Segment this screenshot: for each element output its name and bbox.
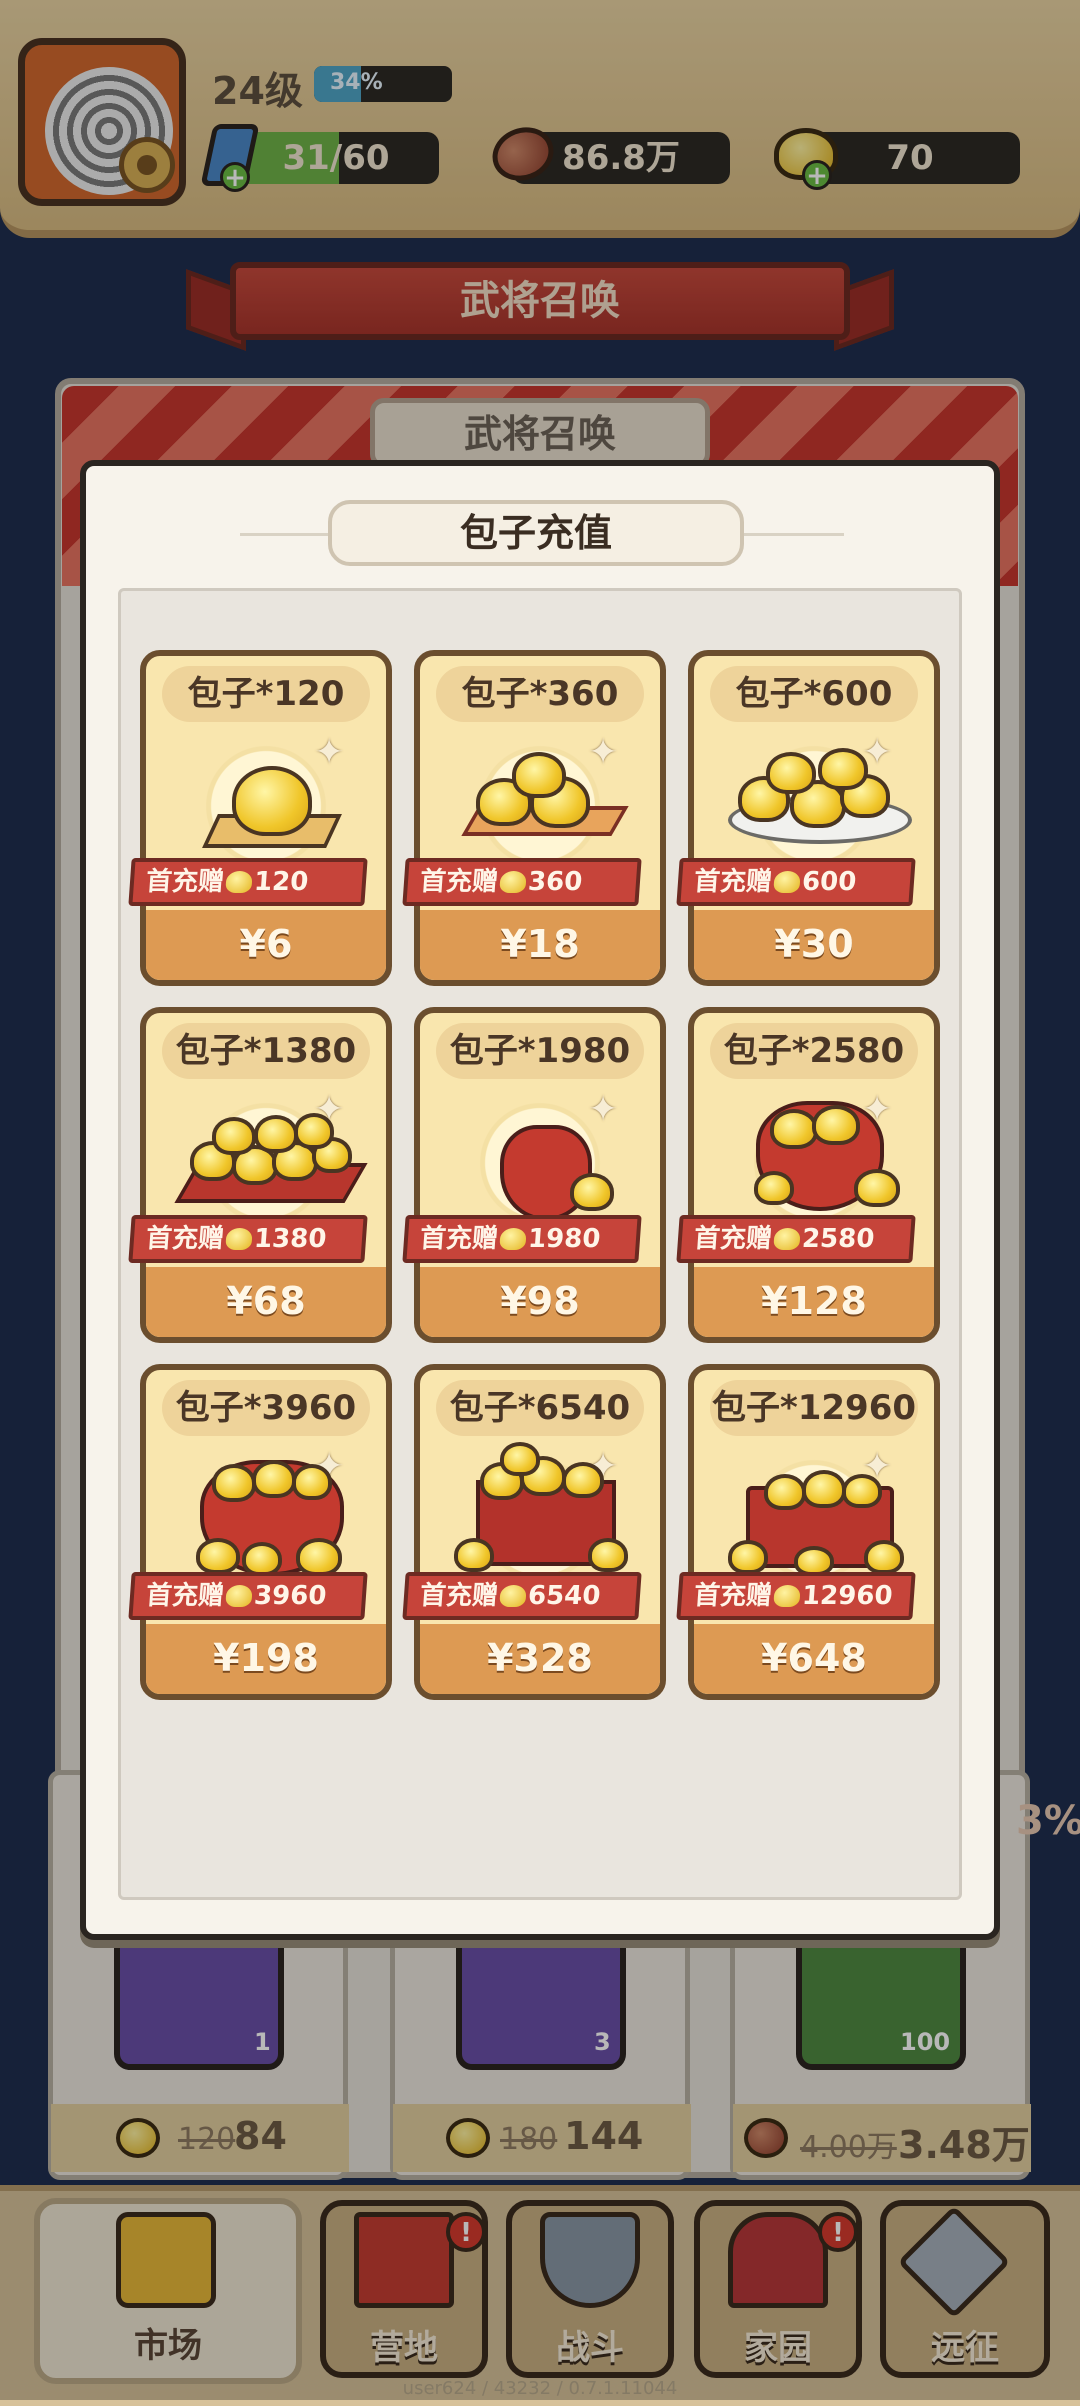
product-price: ¥30 bbox=[694, 910, 934, 980]
bun-icon bbox=[254, 1115, 298, 1153]
product-name: 包子*1380 bbox=[162, 1023, 370, 1079]
recharge-product-card[interactable]: 包子*1980 ✦ ¥98 bbox=[414, 1007, 666, 1343]
first-recharge-bonus-ribbon: 首充赠 360 bbox=[402, 858, 642, 906]
bun-icon bbox=[588, 1538, 628, 1572]
product-price: ¥198 bbox=[146, 1624, 386, 1694]
bun-icon bbox=[212, 1117, 256, 1155]
bun-icon bbox=[864, 1540, 904, 1574]
first-recharge-bonus-ribbon: 首充赠 1380 bbox=[128, 1215, 368, 1263]
bun-icon bbox=[770, 1109, 818, 1149]
bonus-label: 首充赠 bbox=[692, 867, 774, 897]
sparkle-icon: ✦ bbox=[588, 1089, 619, 1130]
recharge-product-card[interactable]: 包子*12960 ✦ ¥648 bbox=[688, 1364, 940, 1700]
product-name: 包子*600 bbox=[710, 666, 918, 722]
bun-icon bbox=[242, 1542, 282, 1576]
bonus-label: 首充赠 bbox=[418, 1581, 500, 1611]
bun-icon bbox=[773, 871, 801, 893]
bun-icon bbox=[500, 1442, 540, 1476]
first-recharge-bonus-ribbon: 首充赠 2580 bbox=[676, 1215, 916, 1263]
bonus-amount: 12960 bbox=[800, 1581, 894, 1611]
bun-icon bbox=[225, 1585, 253, 1607]
modal-title: 包子充值 bbox=[328, 500, 744, 566]
bun-icon bbox=[754, 1171, 794, 1205]
bun-icon bbox=[232, 766, 312, 836]
bun-icon bbox=[818, 748, 868, 790]
bun-icon bbox=[812, 1105, 860, 1145]
bonus-label: 首充赠 bbox=[144, 1581, 226, 1611]
product-name: 包子*2580 bbox=[710, 1023, 918, 1079]
bun-icon bbox=[802, 1470, 846, 1508]
product-price: ¥128 bbox=[694, 1267, 934, 1337]
title-divider bbox=[240, 533, 330, 536]
first-recharge-bonus-ribbon: 首充赠 12960 bbox=[676, 1572, 916, 1620]
sparkle-icon: ✦ bbox=[588, 732, 619, 773]
bun-icon bbox=[764, 1474, 806, 1510]
sparkle-icon: ✦ bbox=[314, 732, 345, 773]
bonus-label: 首充赠 bbox=[692, 1581, 774, 1611]
bun-icon bbox=[196, 1538, 240, 1574]
product-name: 包子*3960 bbox=[162, 1380, 370, 1436]
first-recharge-bonus-ribbon: 首充赠 120 bbox=[128, 858, 368, 906]
bun-icon bbox=[842, 1474, 882, 1508]
product-price: ¥18 bbox=[420, 910, 660, 980]
bun-icon bbox=[225, 1228, 253, 1250]
recharge-product-card[interactable]: 包子*6540 ✦ ¥328 bbox=[414, 1364, 666, 1700]
product-price: ¥68 bbox=[146, 1267, 386, 1337]
bonus-amount: 3960 bbox=[252, 1581, 328, 1611]
bonus-label: 首充赠 bbox=[144, 1224, 226, 1254]
bonus-label: 首充赠 bbox=[418, 867, 500, 897]
bun-icon bbox=[773, 1585, 801, 1607]
bun-icon bbox=[562, 1462, 604, 1498]
bonus-label: 首充赠 bbox=[692, 1224, 774, 1254]
recharge-product-card[interactable]: 包子*2580 ✦ ¥128 bbox=[688, 1007, 940, 1343]
bun-icon bbox=[252, 1460, 296, 1498]
recharge-product-card[interactable]: 包子*3960 ✦ ¥198 bbox=[140, 1364, 392, 1700]
bun-icon bbox=[296, 1538, 342, 1576]
bonus-amount: 6540 bbox=[526, 1581, 602, 1611]
bun-icon bbox=[225, 871, 253, 893]
product-price: ¥648 bbox=[694, 1624, 934, 1694]
bun-icon bbox=[499, 1228, 527, 1250]
bonus-amount: 360 bbox=[526, 867, 584, 897]
bun-icon bbox=[294, 1113, 334, 1149]
bonus-amount: 120 bbox=[252, 867, 310, 897]
recharge-product-card[interactable]: 包子*1380 ✦ ¥68 bbox=[140, 1007, 392, 1343]
bun-icon bbox=[292, 1464, 332, 1500]
product-name: 包子*12960 bbox=[710, 1380, 918, 1436]
first-recharge-bonus-ribbon: 首充赠 6540 bbox=[402, 1572, 642, 1620]
product-price: ¥98 bbox=[420, 1267, 660, 1337]
bun-icon bbox=[212, 1464, 256, 1502]
product-price: ¥328 bbox=[420, 1624, 660, 1694]
recharge-product-card[interactable]: 包子*600 ✦ ¥30 bbox=[688, 650, 940, 986]
bonus-label: 首充赠 bbox=[144, 867, 226, 897]
bun-icon bbox=[766, 752, 816, 794]
recharge-product-card[interactable]: 包子*120 ✦ ¥6 bbox=[140, 650, 392, 986]
recharge-product-card[interactable]: 包子*360 ✦ ¥18 bbox=[414, 650, 666, 986]
first-recharge-bonus-ribbon: 首充赠 1980 bbox=[402, 1215, 642, 1263]
bun-icon bbox=[454, 1538, 494, 1572]
product-name: 包子*360 bbox=[436, 666, 644, 722]
bun-icon bbox=[570, 1173, 614, 1211]
product-price: ¥6 bbox=[146, 910, 386, 980]
bun-icon bbox=[512, 752, 566, 798]
bun-icon bbox=[499, 871, 527, 893]
first-recharge-bonus-ribbon: 首充赠 3960 bbox=[128, 1572, 368, 1620]
title-divider bbox=[744, 533, 844, 536]
product-name: 包子*120 bbox=[162, 666, 370, 722]
bonus-amount: 2580 bbox=[800, 1224, 876, 1254]
bun-icon bbox=[854, 1169, 900, 1207]
bun-icon bbox=[728, 1540, 768, 1574]
bonus-amount: 600 bbox=[800, 867, 858, 897]
product-name: 包子*1980 bbox=[436, 1023, 644, 1079]
bonus-amount: 1380 bbox=[252, 1224, 328, 1254]
bonus-amount: 1980 bbox=[526, 1224, 602, 1254]
bonus-label: 首充赠 bbox=[418, 1224, 500, 1254]
first-recharge-bonus-ribbon: 首充赠 600 bbox=[676, 858, 916, 906]
product-name: 包子*6540 bbox=[436, 1380, 644, 1436]
bun-icon bbox=[773, 1228, 801, 1250]
bun-icon bbox=[499, 1585, 527, 1607]
